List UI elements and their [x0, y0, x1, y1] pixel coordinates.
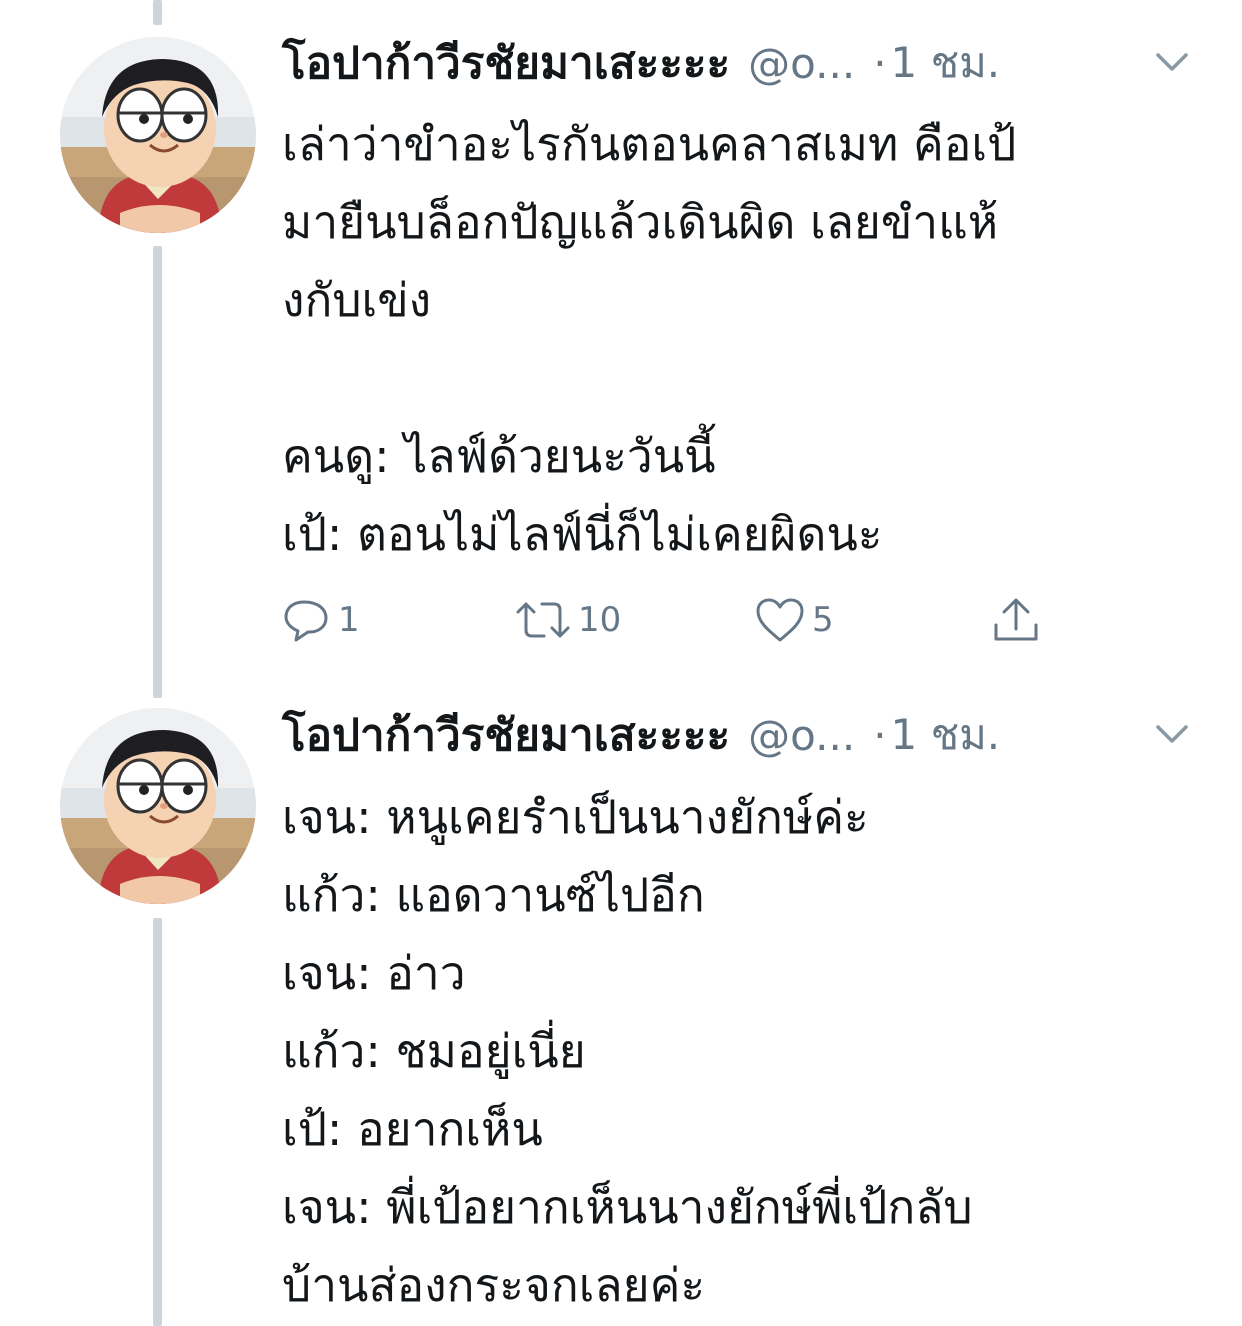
- tweet-text: เล่าว่าขำอะไรกันตอนคลาสเมท คือเป้ มายืนบ…: [282, 105, 1182, 573]
- tweet-text-line: มายืนบล็อกปัญแล้วเดินผิด เลยขำแห้: [282, 195, 999, 249]
- tweet-text-line: บ้านส่องกระจกเลยค่ะ: [282, 1258, 706, 1312]
- retweet-count: 10: [578, 600, 622, 640]
- like-button[interactable]: 5: [754, 592, 834, 648]
- tweet-text-line: เจน: อ่าว: [282, 946, 466, 1000]
- share-icon: [990, 595, 1042, 645]
- avatar-image: [60, 37, 256, 233]
- chevron-down-icon[interactable]: [1152, 47, 1192, 77]
- retweet-icon: [514, 596, 572, 644]
- timestamp[interactable]: 1 ชม.: [891, 30, 1001, 96]
- timestamp[interactable]: 1 ชม.: [891, 702, 1001, 768]
- tweet-actions: 1 10 5: [282, 592, 1082, 648]
- thread-connector-1: [153, 246, 162, 698]
- thread-connector-top: [153, 0, 162, 25]
- user-handle[interactable]: @o...: [748, 39, 855, 88]
- tweet-text-line: เป้: ตอนไม่ไลฟ์นี่ก็ไม่เคยผิดนะ: [282, 507, 883, 561]
- tweet-header: โอปาก้าวีรชัยมาเสะะะะ @o... · 1 ชม.: [282, 705, 1192, 765]
- tweet-text-line: แก้ว: ชมอยู่เนี่ย: [282, 1024, 586, 1078]
- retweet-button[interactable]: 10: [514, 592, 621, 648]
- tweet-text-line: เจน: พี่เป้อยากเห็นนางยักษ์พี่เป้กลับ: [282, 1180, 973, 1234]
- reply-icon: [282, 596, 332, 644]
- display-name[interactable]: โอปาก้าวีรชัยมาเสะะะะ: [282, 700, 730, 770]
- avatar[interactable]: [60, 37, 256, 233]
- heart-icon: [754, 596, 806, 644]
- tweet-text: เจน: หนูเคยรำเป็นนางยักษ์ค่ะ แก้ว: แอดวา…: [282, 778, 1182, 1324]
- avatar[interactable]: [60, 708, 256, 904]
- like-count: 5: [812, 600, 834, 640]
- avatar-image: [60, 708, 256, 904]
- tweet-text-line: งกับเข่ง: [282, 273, 432, 327]
- tweet-text-line: แก้ว: แอดวานซ์ไปอีก: [282, 868, 705, 922]
- display-name[interactable]: โอปาก้าวีรชัยมาเสะะะะ: [282, 28, 730, 98]
- user-handle[interactable]: @o...: [748, 711, 855, 760]
- tweet-header: โอปาก้าวีรชัยมาเสะะะะ @o... · 1 ชม.: [282, 33, 1192, 93]
- tweet-text-line: เป้: อยากเห็น: [282, 1102, 543, 1156]
- chevron-down-icon[interactable]: [1152, 719, 1192, 749]
- separator-dot: ·: [873, 38, 887, 88]
- reply-count: 1: [338, 600, 360, 640]
- thread-connector-2: [153, 918, 162, 1326]
- separator-dot: ·: [873, 710, 887, 760]
- tweet-text-line: เจน: หนูเคยรำเป็นนางยักษ์ค่ะ: [282, 790, 869, 844]
- tweet-text-line: เล่าว่าขำอะไรกันตอนคลาสเมท คือเป้: [282, 117, 1017, 171]
- reply-button[interactable]: 1: [282, 592, 360, 648]
- share-button[interactable]: [990, 592, 1042, 648]
- tweet-text-line: [282, 339, 1182, 417]
- tweet-text-line: คนดู: ไลฟ์ด้วยนะวันนี้: [282, 429, 716, 483]
